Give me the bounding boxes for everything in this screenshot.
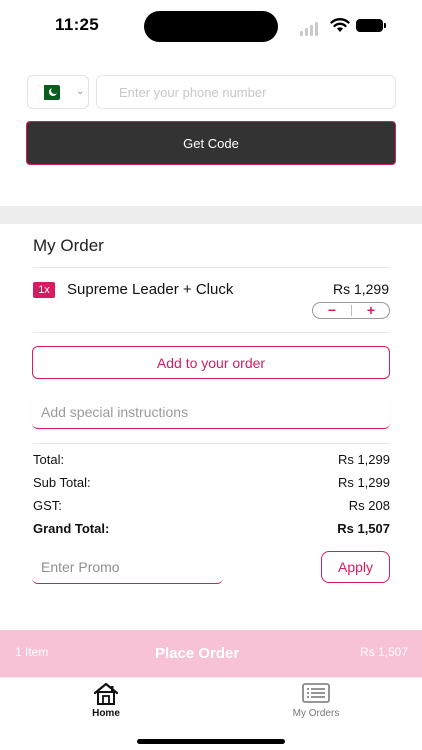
divider	[33, 332, 390, 333]
quantity-badge: 1x	[33, 282, 55, 298]
grand-total-row: Grand Total: Rs 1,507	[33, 521, 390, 539]
home-icon	[93, 682, 119, 705]
promo-code-input[interactable]	[32, 550, 223, 584]
divider	[33, 267, 390, 268]
subtotal-label: Sub Total:	[33, 475, 91, 490]
status-icons	[300, 16, 390, 36]
divider	[33, 443, 390, 444]
dynamic-island	[144, 11, 278, 42]
tab-home-label: Home	[92, 708, 120, 719]
total-value: Rs 1,299	[337, 452, 390, 467]
add-to-order-button[interactable]: Add to your order	[32, 346, 390, 379]
decrease-quantity-button[interactable]: −	[313, 303, 351, 318]
place-order-button[interactable]: 1 Item Place Order Rs 1,507	[0, 630, 422, 677]
quantity-stepper: − +	[312, 302, 390, 319]
place-order-label: Place Order	[155, 645, 240, 662]
tab-home[interactable]: Home	[56, 678, 156, 728]
pakistan-flag-icon	[38, 85, 60, 100]
gst-label: GST:	[33, 498, 62, 513]
item-name: Supreme Leader + Cluck	[67, 281, 234, 298]
item-count: 1 Item	[15, 645, 49, 659]
country-code-select[interactable]: ⌄	[27, 75, 89, 109]
section-divider	[0, 206, 422, 224]
grand-total-value: Rs 1,507	[337, 521, 390, 536]
chevron-down-icon: ⌄	[76, 86, 85, 97]
status-time: 11:25	[55, 15, 100, 34]
wifi-icon	[330, 18, 350, 32]
grand-total-label: Grand Total:	[33, 521, 110, 536]
home-indicator	[137, 739, 285, 744]
apply-promo-button[interactable]: Apply	[321, 551, 390, 583]
phone-verification-section: ⌄ Get Code	[0, 52, 422, 206]
my-order-title: My Order	[33, 236, 104, 255]
special-instructions-input[interactable]	[32, 395, 390, 429]
get-code-button[interactable]: Get Code	[26, 121, 396, 165]
tab-my-orders-label: My Orders	[292, 708, 340, 719]
phone-number-input[interactable]	[96, 75, 396, 109]
tab-my-orders[interactable]: My Orders	[266, 678, 366, 728]
increase-quantity-button[interactable]: +	[352, 303, 390, 318]
subtotal-value: Rs 1,299	[337, 475, 390, 490]
item-price: Rs 1,299	[332, 281, 389, 297]
order-total: Rs 1,507	[359, 645, 408, 659]
gst-value: Rs 208	[348, 498, 390, 513]
orders-icon	[302, 683, 330, 703]
gst-row: GST: Rs 208	[33, 498, 390, 516]
battery-icon	[356, 19, 383, 32]
status-bar: 11:25	[0, 0, 422, 52]
total-row: Total: Rs 1,299	[33, 452, 390, 470]
subtotal-row: Sub Total: Rs 1,299	[33, 475, 390, 493]
total-label: Total:	[33, 452, 65, 467]
